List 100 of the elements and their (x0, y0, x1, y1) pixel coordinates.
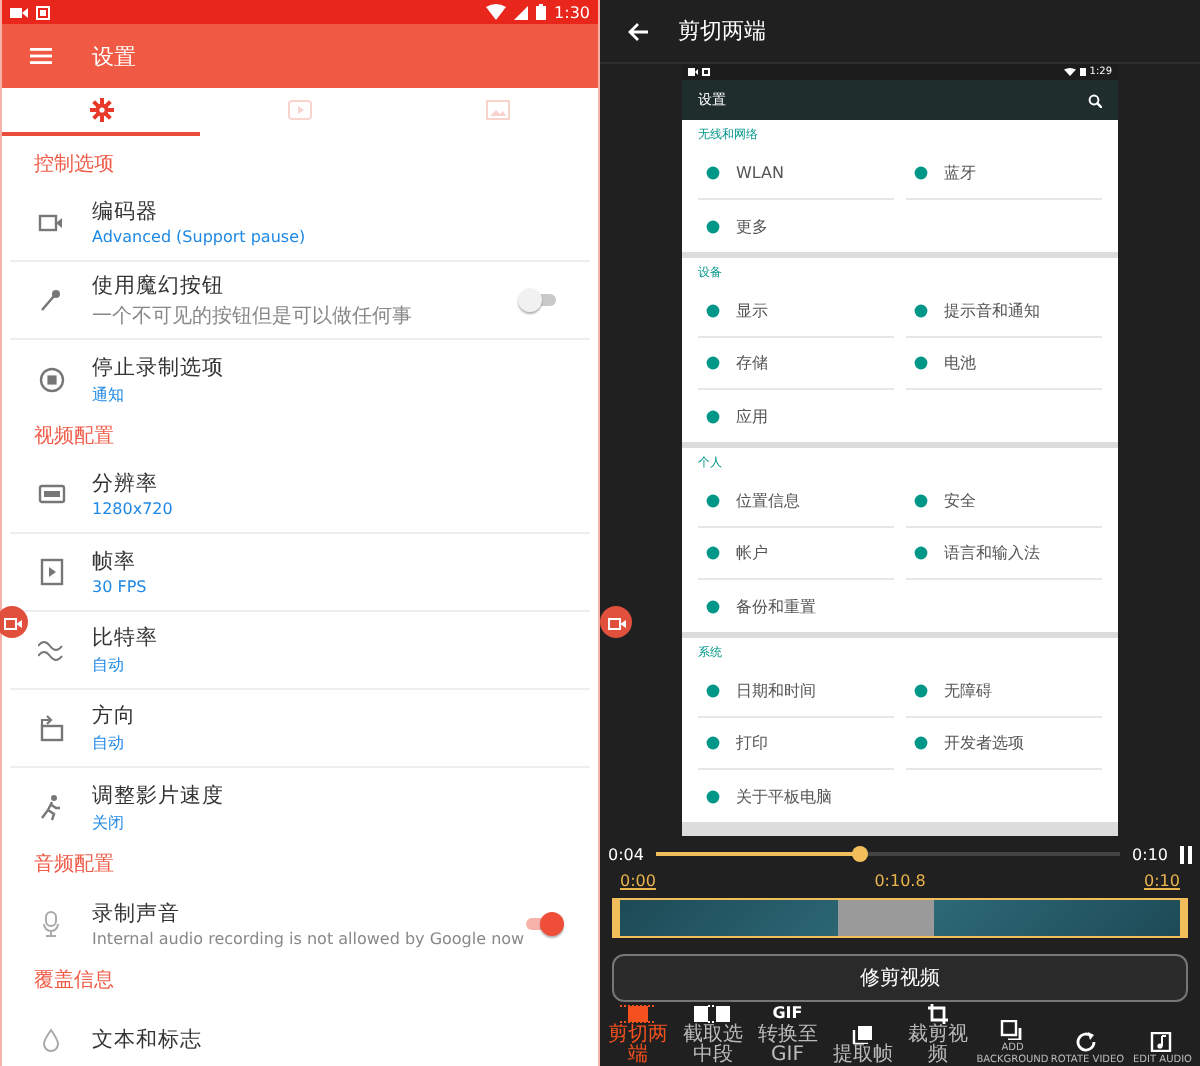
settings-item[interactable]: 帐户 (698, 528, 894, 580)
stop-icon (702, 68, 710, 76)
battery-icon (1079, 68, 1086, 76)
trim-end-time[interactable]: 0:10 (1144, 872, 1180, 896)
settings-item[interactable]: 使用魔幻按钮 一个不可见的按钮但是可以做任何事 (10, 262, 590, 340)
circle-icon (914, 356, 928, 370)
settings-item[interactable]: 方向 自动 (10, 690, 590, 768)
circle-icon (706, 219, 720, 233)
current-time: 0:04 (608, 845, 644, 863)
circle-icon (706, 599, 720, 613)
settings-item[interactable]: 文本和标志 (10, 1000, 590, 1066)
circle-icon (914, 494, 928, 508)
settings-item[interactable]: 关于平板电脑 (698, 770, 894, 822)
circle-icon (914, 166, 928, 180)
item-title: 编码器 (92, 198, 160, 226)
wand-icon (37, 286, 65, 314)
item-subtitle: 自动 (92, 654, 126, 676)
video-camera-icon (688, 68, 698, 76)
tool-button[interactable]: 剪切两端 (600, 1002, 675, 1066)
item-subtitle: Advanced (Support pause) (92, 228, 308, 246)
item-subtitle: Internal audio recording is not allowed by Google now (92, 929, 525, 947)
circle-icon (706, 494, 720, 508)
item-title: 录制声音 (92, 899, 182, 927)
app-bar-title: 剪切两端 (678, 16, 766, 46)
settings-item[interactable]: 录制声音 Internal audio recording is not allowed by Google now (10, 884, 590, 962)
filmstrip-drawing[interactable] (612, 898, 1188, 938)
section-header: 音频配置 (32, 851, 116, 880)
gear-icon (89, 98, 114, 122)
circle-icon (706, 166, 720, 180)
settings-item[interactable]: 编码器 Advanced (Support pause) (10, 184, 590, 262)
settings-item[interactable]: WLAN (698, 148, 894, 200)
settings-item[interactable]: 显示 (698, 286, 894, 338)
settings-item[interactable]: 无障碍 (906, 666, 1102, 718)
rotate-icon (37, 714, 65, 742)
wave-icon (37, 636, 65, 664)
circle-icon (706, 409, 720, 423)
item-title: 停止录制选项 (92, 353, 226, 381)
settings-item[interactable]: 停止录制选项 通知 (10, 340, 590, 418)
settings-item[interactable]: 蓝牙 (906, 148, 1102, 200)
settings-item[interactable]: 安全 (906, 476, 1102, 528)
toggle-switch[interactable] (524, 911, 565, 935)
trim-icon (619, 1004, 656, 1024)
item-title: 比特率 (92, 624, 160, 652)
settings-item[interactable]: 打印 (698, 718, 894, 770)
camera-icon (3, 615, 21, 629)
settings-item[interactable]: 提示音和通知 (906, 286, 1102, 338)
item-subtitle: 通知 (92, 383, 126, 405)
settings-item[interactable]: 日期和时间 (698, 666, 894, 718)
back-arrow-icon[interactable] (628, 21, 648, 41)
microphone-icon (37, 909, 65, 937)
circle-icon (914, 684, 928, 698)
settings-item[interactable]: 电池 (906, 338, 1102, 390)
stop-icon (36, 5, 50, 19)
item-title: 使用魔幻按钮 (92, 271, 226, 299)
circle-icon (706, 546, 720, 560)
settings-item[interactable]: 备份和重置 (698, 580, 894, 632)
settings-item[interactable]: 存储 (698, 338, 894, 390)
item-title: 方向 (92, 702, 138, 730)
toggle-switch[interactable] (518, 288, 558, 312)
settings-item[interactable]: 分辨率 1280x720 (10, 456, 590, 534)
section-header: 覆盖信息 (32, 967, 116, 996)
item-subtitle: 一个不可见的按钮但是可以做任何事 (92, 303, 414, 329)
item-subtitle: 1280x720 (92, 500, 175, 518)
trim-start-time[interactable]: 0:00 (620, 872, 656, 896)
status-time: 1:30 (554, 3, 590, 21)
drop-icon (37, 1025, 65, 1053)
circle-icon (706, 736, 720, 750)
settings-item[interactable]: 位置信息 (698, 476, 894, 528)
trim-video-button[interactable]: 修剪视频 (612, 954, 1188, 1002)
duration-time: 0:10 (1132, 845, 1168, 863)
tool-button[interactable]: 截取选中段 (675, 1002, 750, 1066)
settings-item[interactable]: 更多 (698, 200, 894, 252)
circle-icon (706, 684, 720, 698)
tool-button[interactable]: GIF 转换至GIF (750, 1002, 825, 1066)
settings-item[interactable]: 语言和输入法 (906, 528, 1102, 580)
settings-item[interactable]: 开发者选项 (906, 718, 1102, 770)
menu-icon[interactable] (30, 48, 52, 64)
circle-icon (914, 304, 928, 318)
item-title: 文本和标志 (92, 1025, 204, 1053)
section-header: 视频配置 (32, 423, 116, 452)
search-icon (1088, 93, 1102, 107)
image-icon (486, 98, 511, 122)
item-subtitle: 自动 (92, 732, 126, 754)
item-title: 分辨率 (92, 470, 160, 498)
settings-item[interactable]: 帧率 30 FPS (10, 534, 590, 612)
settings-item[interactable]: 应用 (698, 390, 894, 442)
wifi-icon (486, 4, 507, 20)
tool-button[interactable]: 裁剪视频 (900, 1002, 975, 1066)
video-camera-icon (10, 5, 28, 19)
settings-item[interactable]: 调整影片速度 关闭 (10, 768, 590, 846)
hd-icon (37, 480, 65, 508)
circle-icon (706, 356, 720, 370)
item-title: 帧率 (92, 548, 138, 576)
selection-length: 0:10.8 (874, 872, 926, 894)
video-icon (287, 98, 312, 122)
item-title: 调整影片速度 (92, 781, 226, 809)
pause-icon[interactable] (1180, 845, 1192, 863)
tool-button[interactable]: 提取帧 (825, 1002, 900, 1066)
item-subtitle: 关闭 (92, 811, 126, 833)
seek-thumb[interactable] (852, 846, 869, 862)
